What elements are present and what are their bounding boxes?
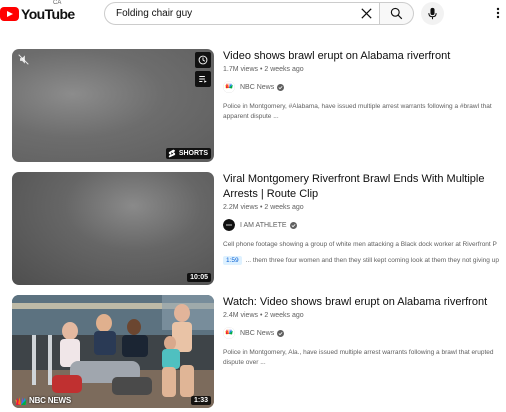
youtube-logo[interactable]: YouTube <box>0 5 75 23</box>
video-result[interactable]: 10:05 Viral Montgomery Riverfront Brawl … <box>12 172 506 285</box>
nbc-peacock-avatar[interactable] <box>223 81 235 93</box>
video-description: Police in Montgomery, #Alabama, have iss… <box>223 103 492 120</box>
voice-search-button[interactable] <box>421 2 444 25</box>
upload-age: 2 weeks ago <box>264 204 304 211</box>
search-box <box>104 2 380 25</box>
channel-row[interactable]: NBC News <box>223 327 506 339</box>
verified-icon <box>277 83 285 91</box>
i-am-athlete-avatar[interactable] <box>223 219 235 231</box>
channel-name[interactable]: NBC News <box>240 330 274 337</box>
verified-icon <box>289 221 297 229</box>
view-count: 2.4M views <box>223 312 259 319</box>
video-thumbnail[interactable]: 10:05 <box>12 172 214 285</box>
video-title[interactable]: Viral Montgomery Riverfront Brawl Ends W… <box>223 172 506 202</box>
view-count: 2.2M views <box>223 204 259 211</box>
key-moment[interactable]: 1:59 ... them three four women and then … <box>223 256 506 265</box>
mute-icon[interactable] <box>18 54 29 65</box>
video-meta: 2.2M views • 2 weeks ago <box>223 204 304 211</box>
verified-icon <box>277 329 285 337</box>
video-duration: 10:05 <box>187 273 211 282</box>
search-input[interactable] <box>116 8 346 19</box>
logo-text: YouTube <box>21 6 75 22</box>
search-icon <box>390 7 403 20</box>
brawl-scene-image <box>12 295 214 408</box>
masthead: YouTube CA <box>0 0 506 30</box>
upload-age: 2 weeks ago <box>264 312 304 319</box>
key-moment-timestamp[interactable]: 1:59 <box>223 256 242 265</box>
clock-icon <box>198 55 208 65</box>
video-meta: 2.4M views • 2 weeks ago <box>223 312 304 319</box>
video-thumbnail[interactable]: NBC NEWS 1:33 <box>12 295 214 408</box>
key-moment-text: ... them three four women and then they … <box>245 257 499 264</box>
shorts-label: SHORTS <box>178 150 208 157</box>
microphone-icon <box>428 7 437 20</box>
video-duration: 1:33 <box>190 396 211 405</box>
clear-search-icon[interactable] <box>359 6 374 21</box>
channel-name[interactable]: NBC News <box>240 84 274 91</box>
upload-age: 2 weeks ago <box>264 66 304 73</box>
watch-later-button[interactable] <box>195 52 211 68</box>
more-vertical-icon <box>496 7 500 19</box>
video-description: Cell phone footage showing a group of wh… <box>223 241 497 248</box>
youtube-play-icon <box>0 7 19 21</box>
video-thumbnail[interactable]: SHORTS <box>12 49 214 162</box>
video-info: Video shows brawl erupt on Alabama river… <box>223 49 506 121</box>
video-meta: 1.7M views • 2 weeks ago <box>223 66 304 73</box>
video-result[interactable]: NBC NEWS 1:33 Watch: Video shows brawl e… <box>12 295 506 408</box>
queue-icon <box>199 76 207 83</box>
nbc-peacock-icon <box>15 396 27 405</box>
video-description: Police in Montgomery, Ala., have issued … <box>223 349 494 366</box>
country-code: CA <box>53 0 62 6</box>
view-count: 1.7M views <box>223 66 259 73</box>
video-info: Viral Montgomery Riverfront Brawl Ends W… <box>223 172 506 265</box>
shorts-badge: SHORTS <box>165 148 211 159</box>
video-result[interactable]: SHORTS Video shows brawl erupt on Alabam… <box>12 49 506 162</box>
more-options-button[interactable] <box>493 6 503 20</box>
add-to-queue-button[interactable] <box>195 71 211 87</box>
watermark-text: NBC NEWS <box>29 396 71 405</box>
nbc-peacock-avatar[interactable] <box>223 327 235 339</box>
channel-row[interactable]: NBC News <box>223 81 506 93</box>
thumbnail-actions <box>195 52 211 87</box>
nbc-news-watermark: NBC NEWS <box>15 396 71 405</box>
video-title[interactable]: Video shows brawl erupt on Alabama river… <box>223 49 506 64</box>
search-button[interactable] <box>380 2 414 25</box>
channel-row[interactable]: I AM ATHLETE <box>223 219 506 231</box>
video-info: Watch: Video shows brawl erupt on Alabam… <box>223 295 506 367</box>
video-title[interactable]: Watch: Video shows brawl erupt on Alabam… <box>223 295 506 310</box>
channel-name[interactable]: I AM ATHLETE <box>240 222 287 229</box>
shorts-icon <box>168 149 176 158</box>
